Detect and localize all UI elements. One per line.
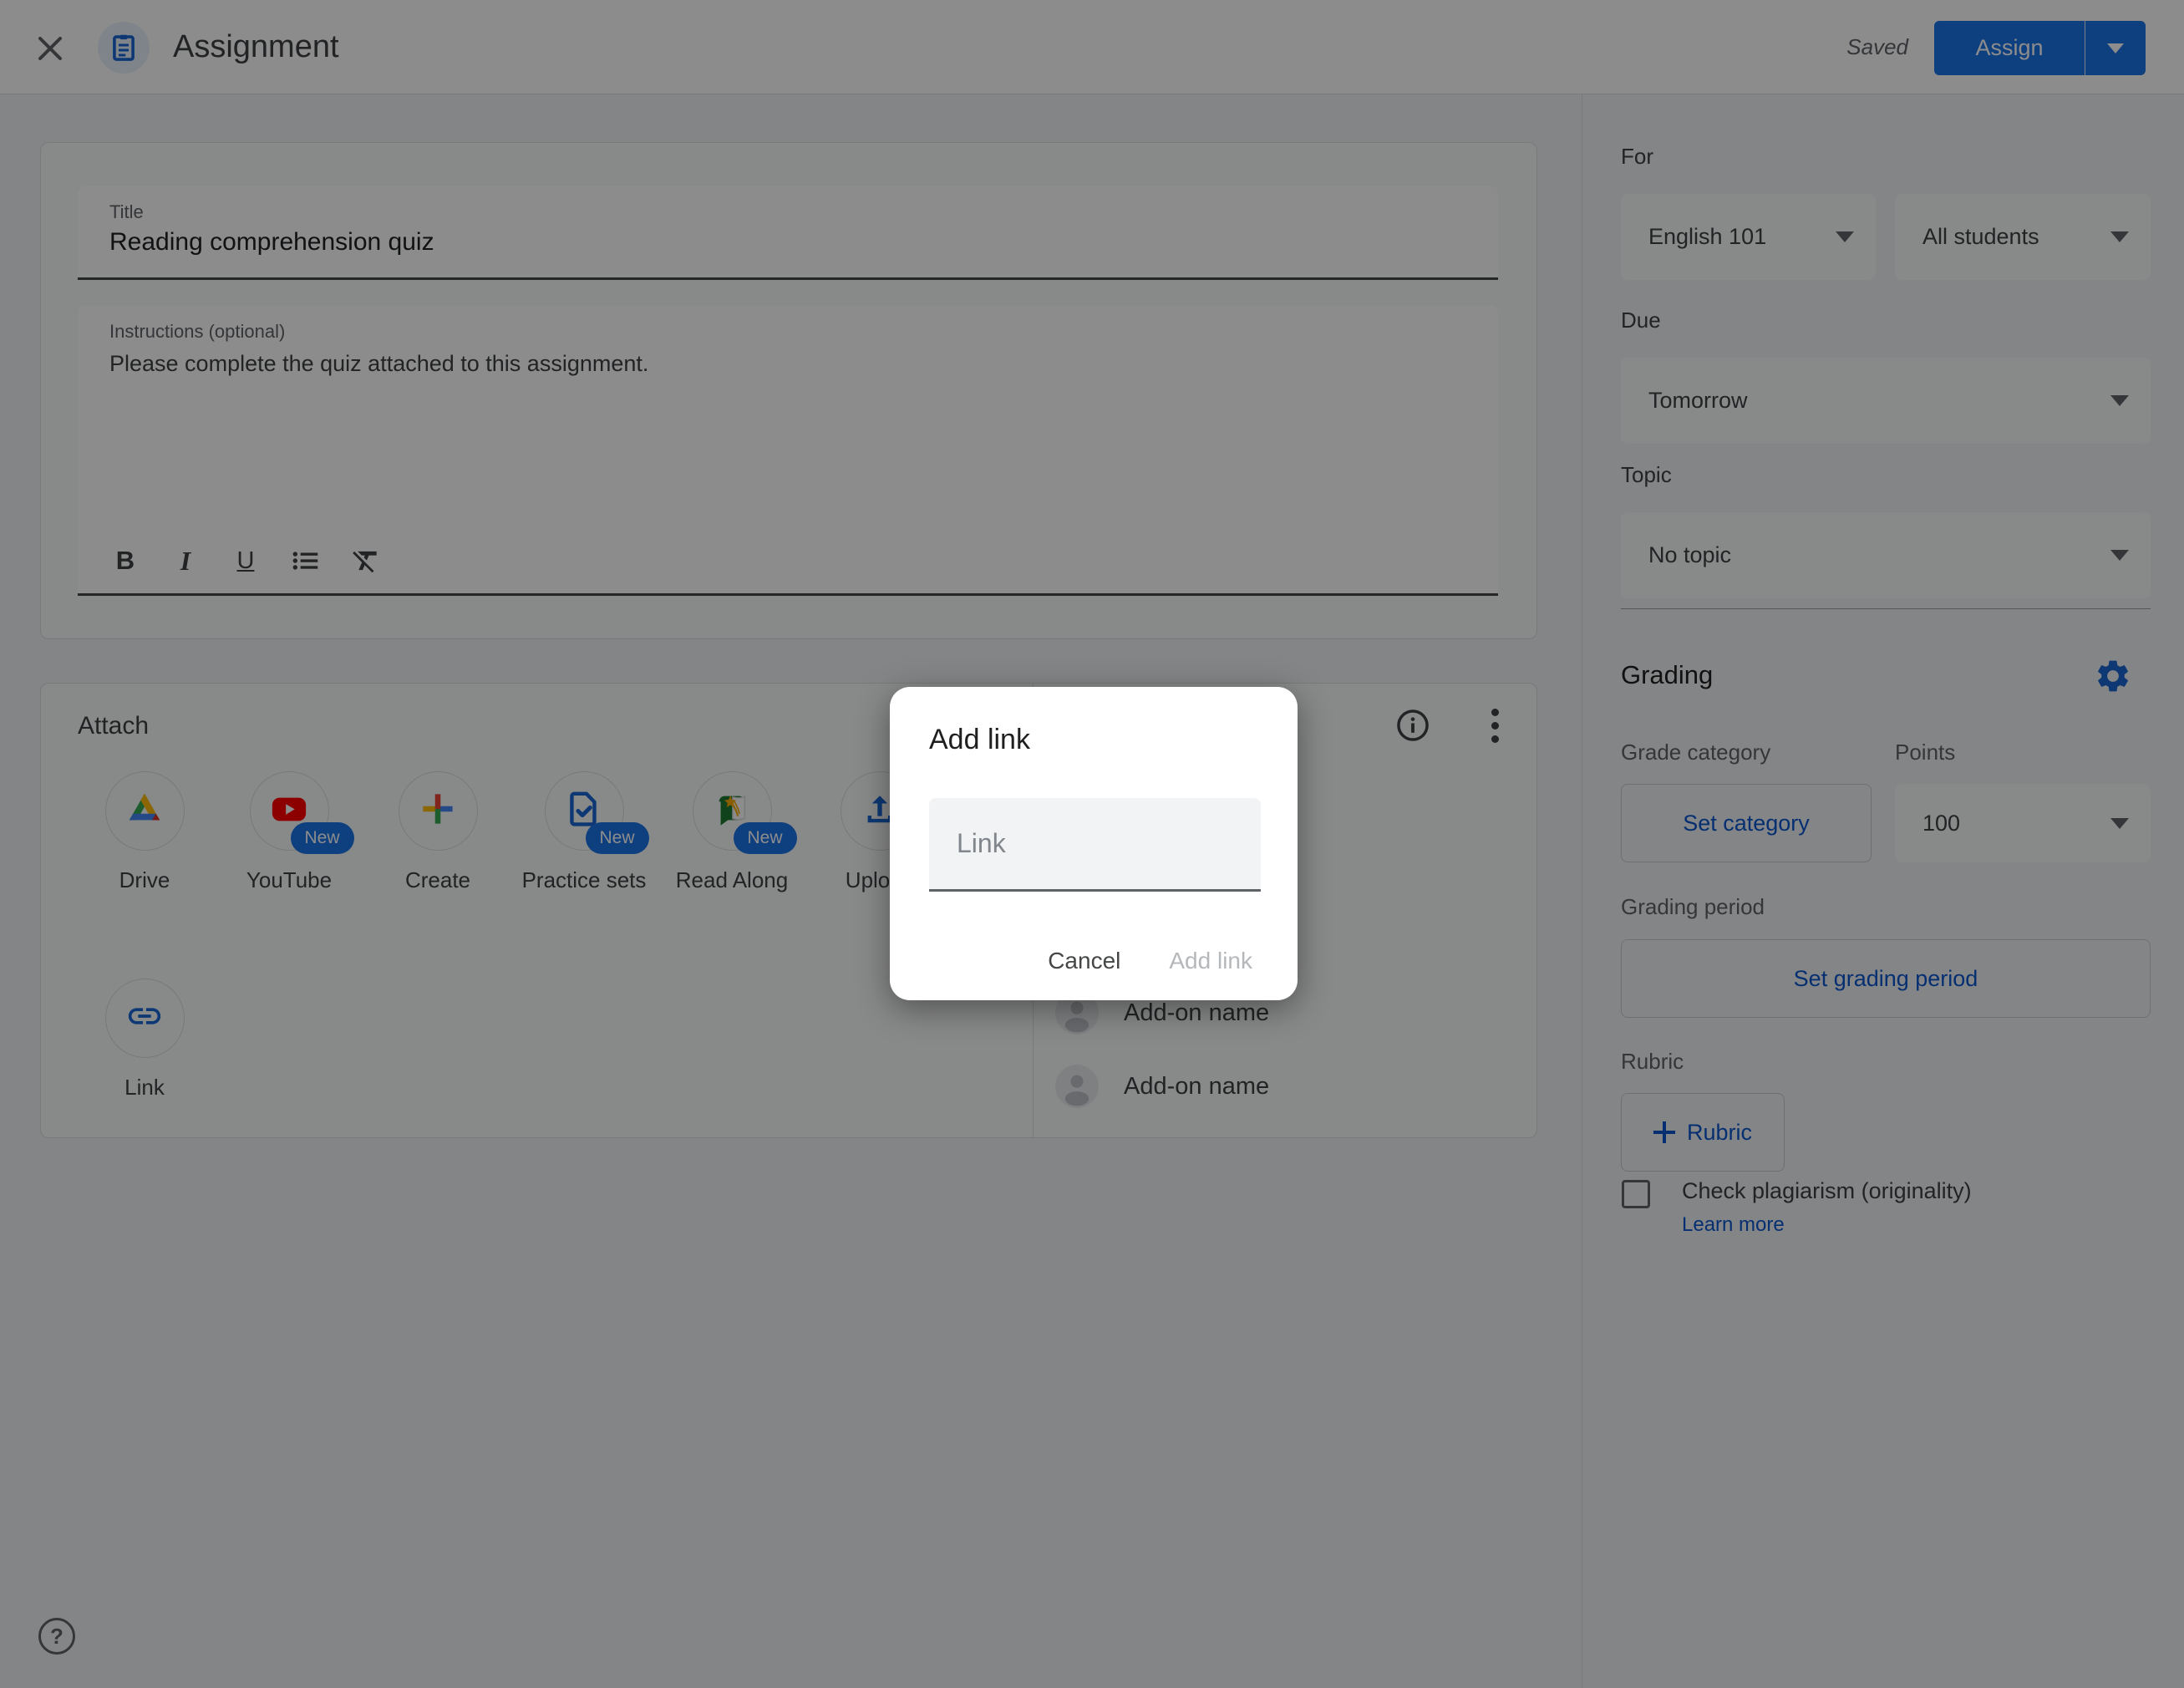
assignment-editor-page: Assignment Saved Assign Title Reading co… — [0, 0, 2184, 1688]
dialog-actions: Cancel Add link — [1029, 938, 1271, 984]
dialog-title: Add link — [929, 724, 1030, 755]
add-link-button[interactable]: Add link — [1150, 938, 1271, 984]
add-link-dialog: Add link Cancel Add link — [890, 687, 1298, 1000]
link-input[interactable] — [929, 798, 1261, 892]
cancel-button[interactable]: Cancel — [1029, 938, 1139, 984]
